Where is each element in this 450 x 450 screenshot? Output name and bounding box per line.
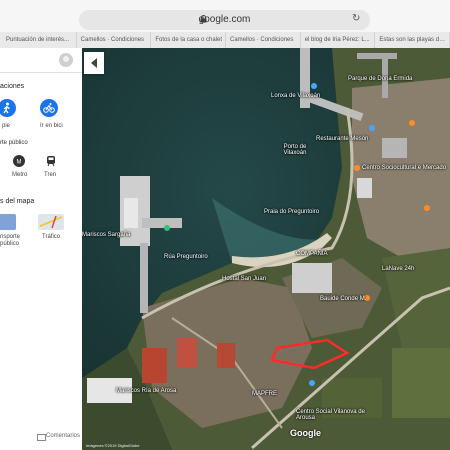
side-panel: aciones pie Ir en bici rte público M Met… [0,48,82,450]
map-label-centro-social[interactable]: Centro Social Vilanova de Arousa [296,409,366,421]
tab-6[interactable]: Estas son las playas de... [375,32,450,48]
tab-3[interactable]: Fotos de la casa o chalet [151,32,227,48]
browser-top-bar: google.com ↻ [0,0,450,32]
google-logo: Google [290,428,321,438]
map-label-compania[interactable]: COMPAÑÍA [296,251,328,257]
tab-strip: Puntuación de interés... Camellos · Cond… [0,32,450,49]
map-label-mariscos-sargana[interactable]: Mariscos Sargaña [82,232,130,238]
map-label-lanave[interactable]: LaNave 24h [382,266,414,272]
tab-5[interactable]: el blog de Iria Pérez: L... [301,32,376,48]
traffic-layer-label: Tráfico [42,234,61,240]
bike-mode-button[interactable] [40,99,58,117]
collapse-panel-button[interactable] [84,52,104,74]
metro-icon[interactable]: M [12,154,26,168]
train-icon[interactable] [44,154,58,168]
map-label-parque[interactable]: Parque de Dona Ermida [348,76,412,82]
train-label: Tren [44,172,57,178]
transit-layer-thumbnail[interactable] [0,214,16,230]
search-bar[interactable] [0,48,82,73]
map-label-mariscos-ria[interactable]: Mariscos Ría de Arosa [116,388,176,394]
tab-2[interactable]: Camellos · Condiciones [77,32,152,48]
walk-icon [3,102,10,114]
map-label-lonxa[interactable]: Lonxa de Vilaxoán [271,93,320,99]
map-label-hostal[interactable]: Hostal San Juan [222,276,266,282]
map-label-centro-sociocultural[interactable]: Centro Sociocultural e Mercado [362,165,446,171]
comments-link[interactable]: Comentarios [46,433,80,439]
transit-title: rte público [0,140,28,146]
walk-mode-button[interactable] [0,99,16,117]
map-label-bauide[interactable]: Bauide Conde M. [320,296,366,302]
traffic-layer-thumbnail[interactable] [38,214,64,230]
url-text: google.com [198,14,251,25]
chevron-left-icon [91,58,97,68]
metro-label: Metro [12,172,28,178]
directions-title: aciones [0,83,25,90]
reload-icon[interactable]: ↻ [352,14,362,24]
svg-text:M: M [17,160,22,166]
satellite-map[interactable]: Lonxa de Vilaxoán Parque de Dona Ermida … [82,48,450,450]
transit-layer-label: nsporte público [0,234,21,247]
tab-4[interactable]: Camellos · Condiciones [226,32,301,48]
map-label-rua-preguntoiro: Rúa Preguntoiro [164,254,208,260]
map-attribution: Imágenes ©2019 DigitalGlobe [86,443,140,448]
bike-mode-label: Ir en bici [40,123,63,129]
address-bar[interactable]: google.com ↻ [79,10,370,30]
map-label-restaurante[interactable]: Restaurante Mesón [316,136,368,142]
map-layers-title: s del mapa [0,198,35,205]
traffic-map-icon [39,215,63,229]
comment-icon[interactable] [37,434,46,441]
bike-icon [43,103,55,113]
tab-1[interactable]: Puntuación de interés... [0,32,77,48]
avatar[interactable] [59,53,73,67]
map-label-praia[interactable]: Praia do Preguntoiro [264,209,319,215]
walk-mode-label: pie [2,123,11,129]
map-label-mapfre[interactable]: MAPFRE [252,391,277,397]
map-label-porto[interactable]: Porto de Vilaxoán [275,144,315,156]
